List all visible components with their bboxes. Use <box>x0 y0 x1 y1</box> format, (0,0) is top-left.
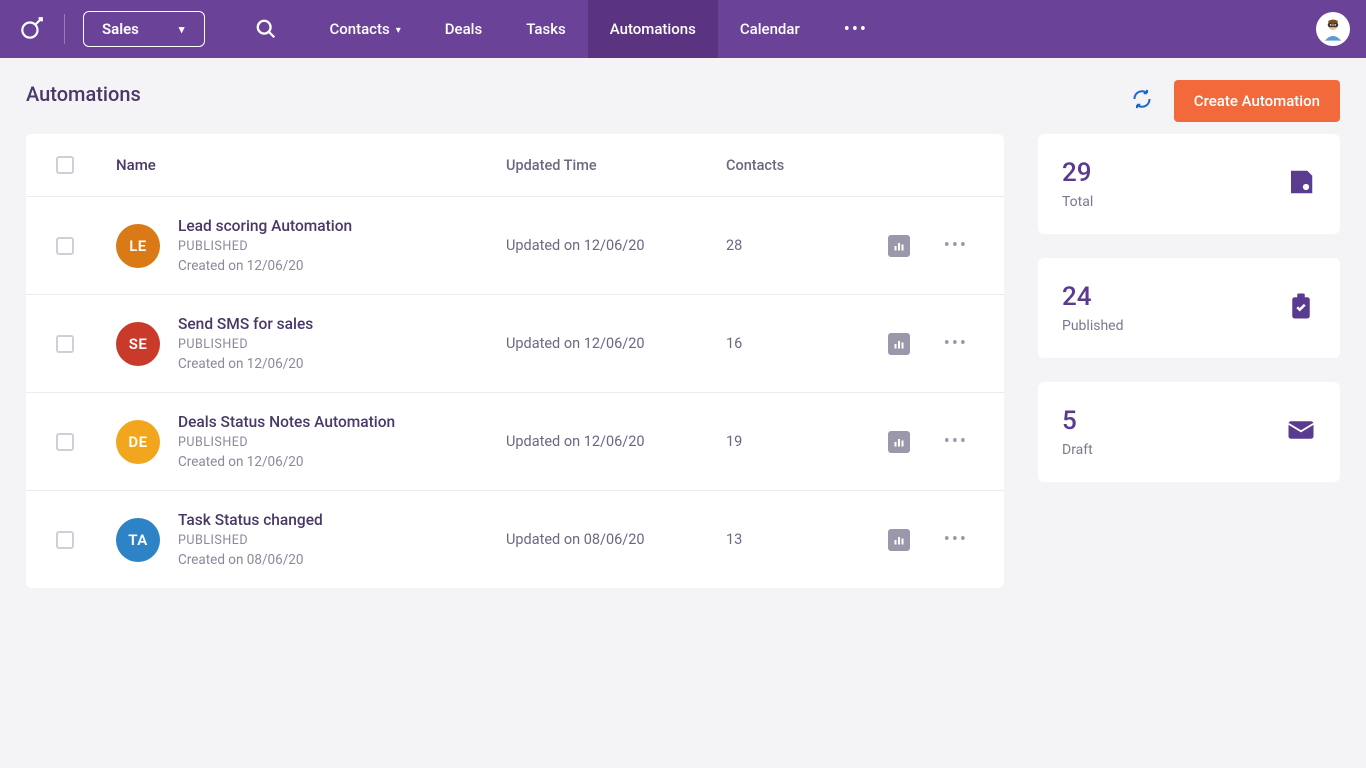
summary-card-draft[interactable]: 5 Draft <box>1038 382 1340 482</box>
stats-icon[interactable] <box>888 529 910 551</box>
row-checkbox[interactable] <box>56 335 74 353</box>
app-logo[interactable] <box>16 14 46 44</box>
page-header: Automations <box>26 82 1004 106</box>
stats-icon[interactable] <box>888 333 910 355</box>
select-all-checkbox[interactable] <box>56 156 74 174</box>
automation-contacts: 13 <box>726 531 836 548</box>
nav-item-calendar[interactable]: Calendar <box>718 0 822 58</box>
automation-created: Created on 12/06/20 <box>178 258 352 274</box>
page-title: Automations <box>26 82 141 106</box>
automation-name: Send SMS for sales <box>178 315 313 333</box>
mail-icon <box>1286 415 1316 449</box>
search-button[interactable] <box>255 18 277 40</box>
table-header: Name Updated Time Contacts <box>26 134 1004 197</box>
row-checkbox[interactable] <box>56 433 74 451</box>
automation-contacts: 16 <box>726 335 836 352</box>
divider <box>64 14 65 44</box>
row-avatar: LE <box>116 224 160 268</box>
table-row[interactable]: LE Lead scoring Automation PUBLISHED Cre… <box>26 197 1004 295</box>
summary-card-total[interactable]: 29 Total <box>1038 134 1340 234</box>
automation-status: PUBLISHED <box>178 435 395 450</box>
row-more-button[interactable]: ••• <box>944 529 968 550</box>
create-automation-button[interactable]: Create Automation <box>1174 80 1340 122</box>
automation-updated: Updated on 12/06/20 <box>506 433 726 450</box>
summary-count: 5 <box>1062 406 1093 436</box>
summary-count: 29 <box>1062 158 1093 188</box>
row-more-button[interactable]: ••• <box>944 333 968 354</box>
row-avatar: DE <box>116 420 160 464</box>
automation-created: Created on 12/06/20 <box>178 454 395 470</box>
row-more-button[interactable]: ••• <box>944 431 968 452</box>
summary-label: Total <box>1062 194 1093 210</box>
summary-card-published[interactable]: 24 Published <box>1038 258 1340 358</box>
automation-status: PUBLISHED <box>178 337 313 352</box>
column-header-updated[interactable]: Updated Time <box>506 157 726 174</box>
automation-created: Created on 08/06/20 <box>178 552 323 568</box>
nav-item-tasks[interactable]: Tasks <box>504 0 588 58</box>
topbar: Sales ▾ Contacts▾DealsTasksAutomationsCa… <box>0 0 1366 58</box>
row-avatar: SE <box>116 322 160 366</box>
user-avatar[interactable] <box>1316 12 1350 46</box>
row-checkbox[interactable] <box>56 237 74 255</box>
automation-name: Lead scoring Automation <box>178 217 352 235</box>
nav-more-button[interactable]: ••• <box>822 19 890 40</box>
refresh-button[interactable] <box>1132 89 1152 113</box>
summary-count: 24 <box>1062 282 1123 312</box>
automations-table: Name Updated Time Contacts LE Lead scori… <box>26 134 1004 588</box>
automation-updated: Updated on 12/06/20 <box>506 335 726 352</box>
stats-icon[interactable] <box>888 235 910 257</box>
automation-status: PUBLISHED <box>178 533 323 548</box>
module-selector[interactable]: Sales ▾ <box>83 11 205 47</box>
stats-icon[interactable] <box>888 431 910 453</box>
nav-item-deals[interactable]: Deals <box>423 0 504 58</box>
automation-status: PUBLISHED <box>178 239 352 254</box>
nav-item-contacts[interactable]: Contacts▾ <box>307 0 422 58</box>
automation-name: Task Status changed <box>178 511 323 529</box>
table-row[interactable]: SE Send SMS for sales PUBLISHED Created … <box>26 295 1004 393</box>
clipboard-check-icon <box>1286 291 1316 325</box>
automation-contacts: 19 <box>726 433 836 450</box>
save-icon <box>1286 167 1316 201</box>
chevron-down-icon: ▾ <box>396 25 401 36</box>
summary-sidebar: Create Automation 29 Total 24 Published … <box>1038 82 1340 588</box>
table-row[interactable]: TA Task Status changed PUBLISHED Created… <box>26 491 1004 588</box>
automation-name: Deals Status Notes Automation <box>178 413 395 431</box>
table-row[interactable]: DE Deals Status Notes Automation PUBLISH… <box>26 393 1004 491</box>
row-more-button[interactable]: ••• <box>944 235 968 256</box>
automation-contacts: 28 <box>726 237 836 254</box>
row-checkbox[interactable] <box>56 531 74 549</box>
chevron-down-icon: ▾ <box>179 23 185 36</box>
automation-created: Created on 12/06/20 <box>178 356 313 372</box>
main-nav: Contacts▾DealsTasksAutomationsCalendar <box>307 0 821 58</box>
summary-label: Draft <box>1062 442 1093 458</box>
nav-item-automations[interactable]: Automations <box>588 0 718 58</box>
column-header-name[interactable]: Name <box>116 156 506 174</box>
automation-updated: Updated on 12/06/20 <box>506 237 726 254</box>
automation-updated: Updated on 08/06/20 <box>506 531 726 548</box>
module-selector-label: Sales <box>102 20 139 38</box>
summary-label: Published <box>1062 318 1123 334</box>
column-header-contacts[interactable]: Contacts <box>726 157 836 174</box>
row-avatar: TA <box>116 518 160 562</box>
